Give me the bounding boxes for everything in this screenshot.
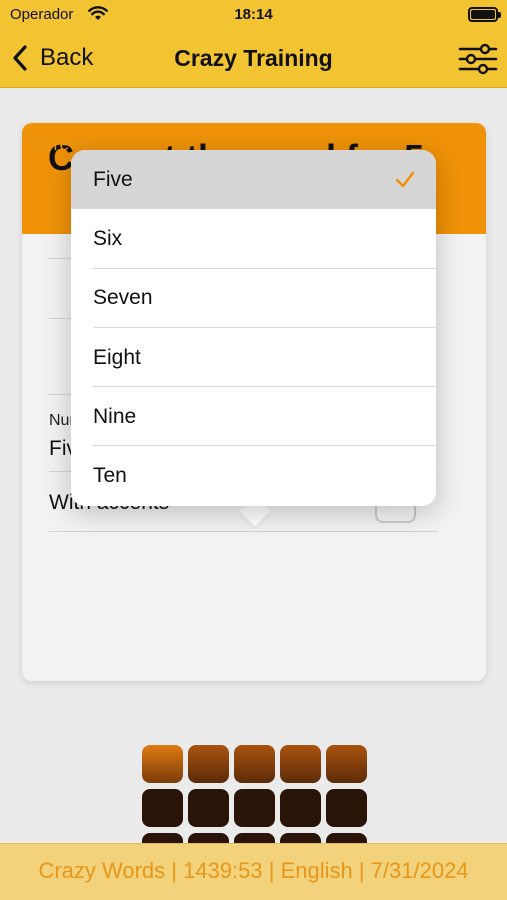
menu-item-six[interactable]: Six (71, 209, 436, 269)
menu-item-label: Nine (93, 404, 137, 428)
chevron-left-icon (13, 45, 27, 71)
navigation-bar: Back Crazy Training (0, 30, 507, 88)
menu-item-label: Ten (93, 464, 127, 488)
letter-tile (142, 789, 183, 827)
checkmark-icon (395, 171, 415, 188)
menu-item-eight[interactable]: Eight (71, 328, 436, 388)
letter-tile (326, 745, 367, 783)
letter-tile (280, 745, 321, 783)
menu-item-label: Six (93, 226, 123, 250)
menu-item-seven[interactable]: Seven (71, 269, 436, 328)
letter-tile (234, 745, 275, 783)
battery-icon (468, 7, 501, 22)
letter-tile (188, 745, 229, 783)
letter-tile (234, 789, 275, 827)
footer-bar: Crazy Words | 1439:53 | English | 7/31/2… (0, 843, 507, 900)
menu-item-label: Seven (93, 286, 153, 310)
menu-item-label: Five (93, 167, 133, 191)
menu-item-five[interactable]: Five (71, 150, 436, 210)
back-button[interactable]: Back (10, 42, 93, 74)
back-label: Back (40, 44, 94, 71)
status-time: 18:14 (234, 6, 273, 23)
letter-tile (142, 745, 183, 783)
menu-item-nine[interactable]: Nine (71, 387, 436, 447)
menu-item-ten[interactable]: Ten (71, 446, 436, 505)
status-bar: Operador 18:14 (0, 0, 507, 30)
footer-info: Crazy Words | 1439:53 | English | 7/31/2… (38, 858, 469, 883)
letter-tile (188, 789, 229, 827)
sliders-icon[interactable] (458, 42, 498, 76)
letter-tile (326, 789, 367, 827)
letter-tile (280, 789, 321, 827)
menu-item-label: Eight (93, 345, 141, 369)
letters-dropdown-menu: Five Six Seven Eight Nine Ten (71, 150, 436, 506)
